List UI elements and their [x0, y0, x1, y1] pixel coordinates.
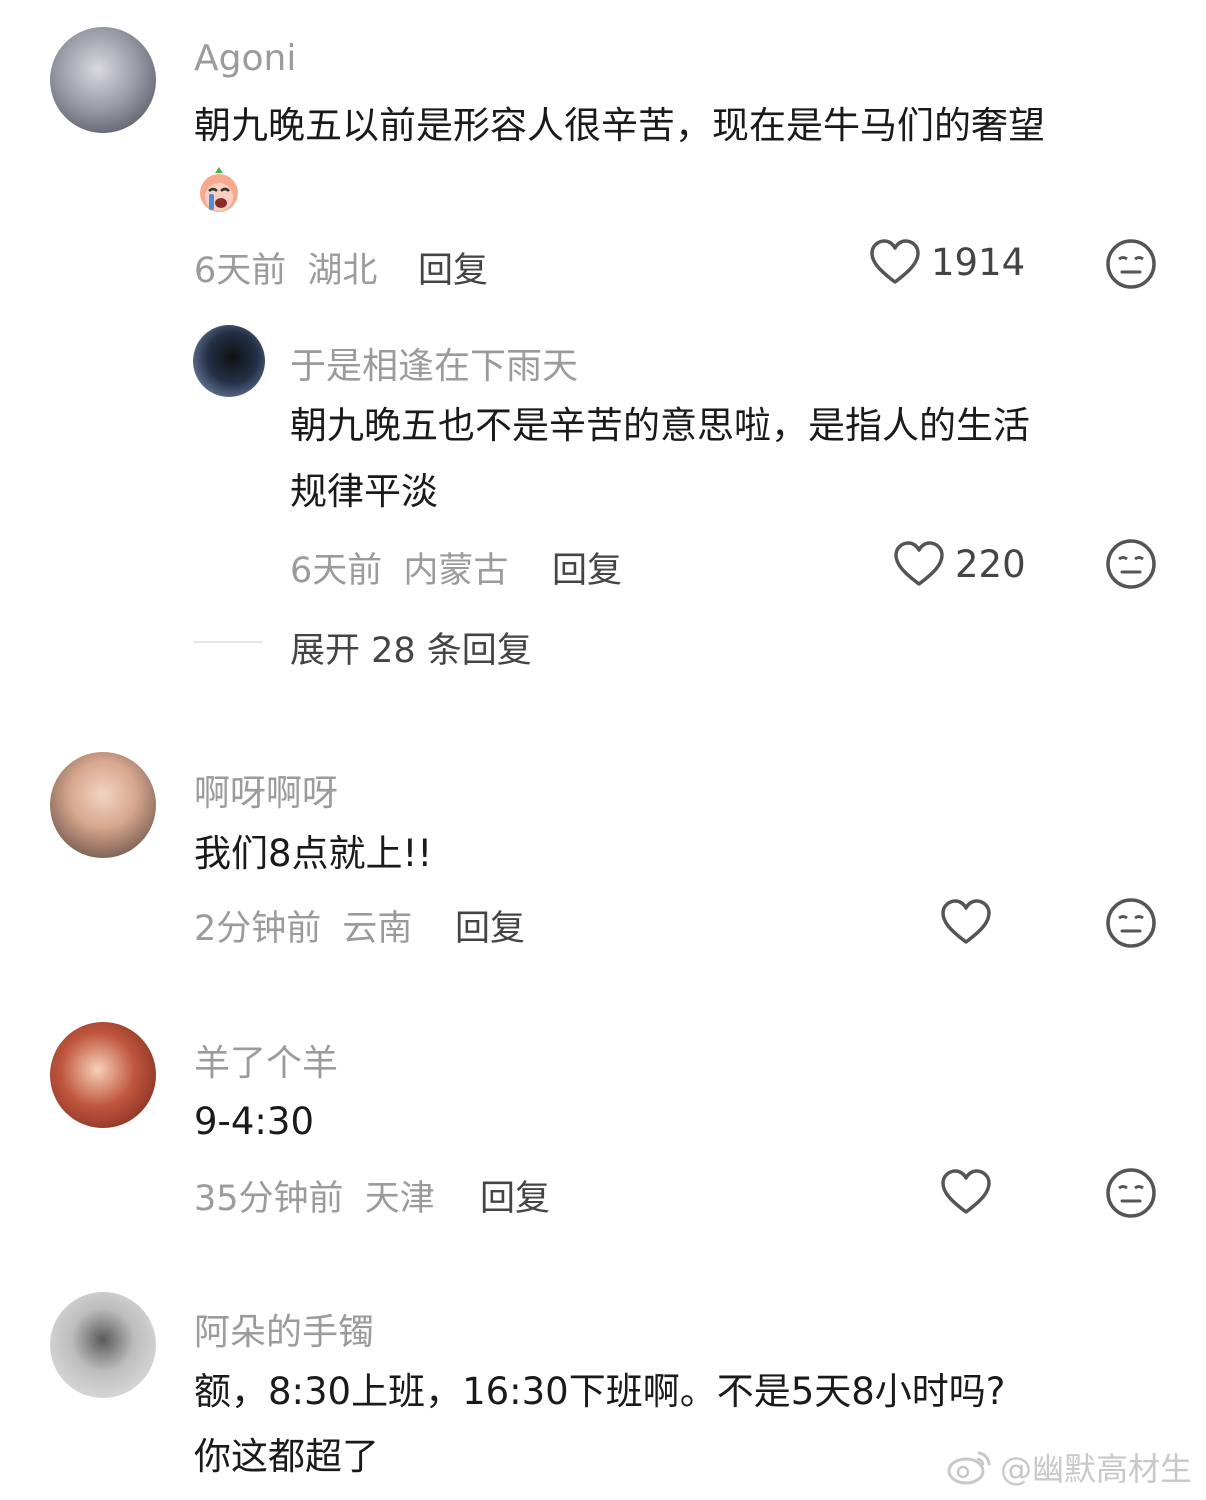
like-button[interactable] — [940, 898, 992, 946]
reply-meta: 6天前 内蒙古 — [290, 542, 508, 593]
comment-text: 朝九晚五以前是形容人很辛苦，现在是牛马们的奢望 — [194, 104, 1045, 147]
reply-time: 6天前 — [290, 551, 383, 591]
reply-button[interactable]: 回复 — [552, 542, 622, 593]
emoji-reaction-icon[interactable] — [1105, 238, 1157, 290]
comment-author[interactable]: 阿朵的手镯 — [194, 1303, 374, 1355]
like-count: 1914 — [931, 240, 1026, 284]
reply-text-line1: 朝九晚五也不是辛苦的意思啦，是指人的生活 — [290, 404, 1030, 447]
heart-icon — [941, 899, 991, 944]
comment-text: 9-4:30 — [194, 1100, 314, 1143]
reply-button[interactable]: 回复 — [480, 1170, 550, 1221]
heart-icon — [894, 541, 944, 586]
avatar[interactable] — [193, 325, 265, 397]
reply-location: 内蒙古 — [403, 551, 509, 591]
reply-button[interactable]: 回复 — [455, 900, 525, 951]
like-button[interactable]: 1914 — [869, 238, 1025, 286]
comment-author[interactable]: Agoni — [194, 38, 296, 79]
comment-meta: 6天前 湖北 — [194, 242, 377, 293]
avatar[interactable] — [50, 752, 156, 858]
emoji-reaction-icon[interactable] — [1105, 1167, 1157, 1219]
heart-icon — [941, 1169, 991, 1214]
reply-author[interactable]: 于是相逢在下雨天 — [290, 337, 578, 389]
comment-location: 天津 — [364, 1179, 435, 1219]
comment-text: 我们8点就上!! — [194, 832, 433, 875]
crying-peach-emoji — [193, 163, 245, 215]
emoji-reaction-icon[interactable] — [1105, 538, 1157, 590]
expand-divider — [193, 641, 263, 643]
comment-text-line2: 你这都超了 — [194, 1435, 379, 1478]
heart-icon — [870, 239, 920, 284]
emoji-reaction-icon[interactable] — [1105, 897, 1157, 949]
comment-location: 湖北 — [307, 251, 378, 291]
comment-location: 云南 — [342, 909, 413, 949]
expand-replies-button[interactable]: 展开 28 条回复 — [290, 622, 532, 673]
watermark: @幽默高材生 — [946, 1444, 1192, 1490]
avatar[interactable] — [50, 1022, 156, 1128]
avatar[interactable] — [50, 1292, 156, 1398]
reply-text-line2: 规律平淡 — [290, 470, 438, 513]
like-count: 220 — [955, 542, 1026, 586]
reply-button[interactable]: 回复 — [418, 242, 488, 293]
comment-meta: 35分钟前 天津 — [194, 1170, 435, 1221]
comment-author[interactable]: 啊呀啊呀 — [194, 764, 338, 816]
comment-time: 35分钟前 — [194, 1179, 344, 1219]
like-button[interactable]: 220 — [893, 540, 1026, 588]
comment-text-line1: 额，8:30上班，16:30下班啊。不是5天8小时吗? — [194, 1370, 1006, 1413]
watermark-text: @幽默高材生 — [999, 1450, 1192, 1488]
comment-time: 2分钟前 — [194, 909, 322, 949]
weibo-logo-icon — [947, 1451, 991, 1485]
avatar[interactable] — [50, 27, 156, 133]
comment-time: 6天前 — [194, 251, 287, 291]
like-button[interactable] — [940, 1168, 992, 1216]
comment-author[interactable]: 羊了个羊 — [194, 1034, 338, 1086]
comment-meta: 2分钟前 云南 — [194, 900, 412, 951]
